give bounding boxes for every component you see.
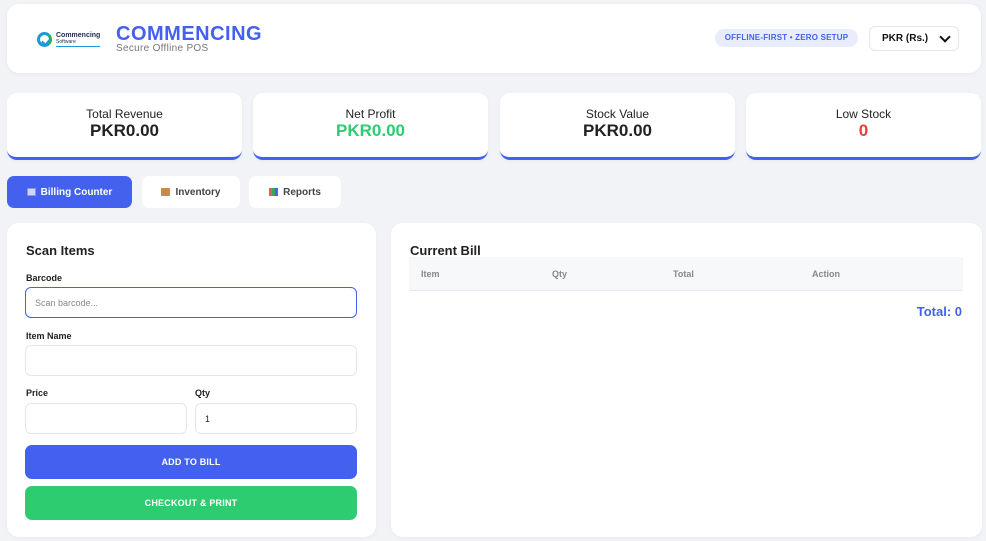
logo-check-icon (37, 31, 52, 47)
brand-subtitle: Secure Offline POS (116, 43, 209, 54)
column-header-action: Action (812, 269, 840, 279)
stat-value: PKR0.00 (90, 121, 159, 140)
stat-label: Low Stock (835, 107, 892, 121)
bill-table-header: Item Qty Total Action (409, 257, 963, 291)
add-to-bill-button[interactable]: ADD TO BILL (25, 445, 357, 479)
app-header: Commencing Software COMMENCING Secure Of… (7, 4, 981, 73)
offline-badge: OFFLINE-FIRST • ZERO SETUP (715, 29, 858, 47)
tab-reports[interactable]: Reports (249, 176, 341, 208)
item-name-label: Item Name (26, 331, 72, 341)
stat-label: Net Profit (345, 107, 396, 121)
tab-label: Inventory (175, 186, 221, 198)
stat-value: PKR0.00 (583, 121, 652, 140)
qty-label: Qty (195, 388, 211, 398)
column-header-item: Item (421, 269, 440, 279)
logo-line-2: Software (56, 39, 101, 47)
current-bill-title: Current Bill (410, 243, 481, 258)
tab-billing-counter[interactable]: Billing Counter (7, 176, 132, 208)
stat-card-net-profit: Net Profit PKR0.00 (253, 93, 488, 160)
barcode-input[interactable]: Scan barcode... (25, 287, 357, 318)
bill-total: Total: 0 (916, 304, 962, 319)
stat-value: PKR0.00 (336, 121, 405, 140)
column-header-qty: Qty (552, 269, 568, 279)
stat-card-total-revenue: Total Revenue PKR0.00 (7, 93, 242, 160)
column-header-total: Total (673, 269, 694, 279)
stat-label: Stock Value (585, 107, 650, 121)
company-logo: Commencing Software (37, 26, 103, 52)
stat-label: Total Revenue (86, 107, 163, 121)
box-icon (161, 188, 171, 196)
checkout-print-button[interactable]: CHECKOUT & PRINT (25, 486, 357, 520)
qty-input[interactable]: 1 (195, 403, 357, 434)
qty-value: 1 (205, 413, 211, 424)
currency-select[interactable]: PKR (Rs.) (869, 26, 959, 51)
stat-value: 0 (858, 121, 869, 140)
tab-label: Reports (283, 186, 321, 198)
price-label: Price (26, 388, 49, 398)
tab-label: Billing Counter (40, 186, 113, 198)
barcode-placeholder: Scan barcode... (35, 297, 99, 308)
credit-card-icon (26, 188, 36, 196)
price-input[interactable] (25, 403, 187, 434)
scan-items-title: Scan Items (26, 243, 95, 258)
item-name-input[interactable] (25, 345, 357, 376)
stat-card-stock-value: Stock Value PKR0.00 (500, 93, 735, 160)
barcode-label: Barcode (26, 273, 63, 283)
currency-value: PKR (Rs.) (882, 33, 929, 44)
tab-inventory[interactable]: Inventory (142, 176, 240, 208)
bar-chart-icon (269, 188, 279, 196)
chevron-down-icon (939, 31, 951, 43)
stat-card-low-stock: Low Stock 0 (746, 93, 981, 160)
logo-line-1: Commencing (56, 31, 101, 39)
